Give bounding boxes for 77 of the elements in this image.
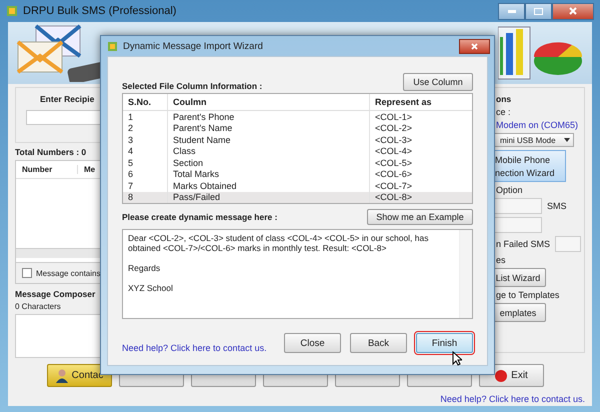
option-label: Option bbox=[496, 185, 524, 195]
dialog-title: Dynamic Message Import Wizard bbox=[123, 40, 263, 52]
table-cell-text: 1 bbox=[127, 112, 134, 122]
minimize-icon bbox=[508, 10, 516, 12]
device-label: ce : bbox=[496, 107, 512, 117]
maximize-button[interactable] bbox=[525, 2, 552, 20]
table-cell: <COL-4> bbox=[369, 146, 472, 157]
templates-label: ge to Templates bbox=[496, 290, 560, 300]
help-link[interactable]: Need help? Click here to contact us. bbox=[122, 343, 267, 353]
checkbox-label: Message contains bbox=[36, 268, 100, 278]
example-button[interactable]: Show me an Example bbox=[367, 209, 473, 225]
table-cell: <COL-1> bbox=[369, 111, 472, 122]
person-icon bbox=[56, 368, 68, 382]
minimize-button[interactable] bbox=[498, 2, 525, 20]
table-cell-text: 3 bbox=[127, 134, 134, 145]
checkbox[interactable] bbox=[22, 268, 32, 278]
dialog-button[interactable]: Finish bbox=[416, 333, 473, 353]
column-header: Number bbox=[16, 165, 78, 174]
app-icon bbox=[6, 5, 18, 17]
maximize-icon bbox=[534, 8, 543, 14]
recipient-label: Enter Recipie bbox=[39, 94, 94, 104]
total-numbers-label: Total Numbers : 0 bbox=[15, 147, 86, 157]
window-title: DRPU Bulk SMS (Professional) bbox=[23, 5, 176, 17]
column-header: S.No. bbox=[127, 97, 152, 107]
options-heading: ons bbox=[496, 94, 512, 104]
table-cell: Student Name bbox=[167, 134, 369, 146]
sms-label: SMS bbox=[547, 201, 567, 211]
toolbar-button[interactable]: Contac bbox=[47, 364, 112, 387]
table-cell: <COL-8> bbox=[369, 192, 472, 203]
table-row[interactable]: 5 Section <COL-5> bbox=[123, 157, 472, 168]
table-cell-text: 6 bbox=[127, 169, 134, 180]
table-cell: <COL-2> bbox=[369, 122, 472, 134]
cursor-icon bbox=[452, 351, 462, 366]
table-cell-text: 4 bbox=[127, 146, 134, 156]
table-row[interactable]: 1 Parent's Phone <COL-1> bbox=[123, 111, 472, 122]
table-cell: Pass/Failed bbox=[167, 192, 369, 203]
message-field[interactable]: Dear <COL-2>, <COL-3> student of class <COL-4> <COL-5> in our school, has obtained <COL-7>/<COL-6> marks in monthly test. Result: <COL-8> Regards XYZ School bbox=[122, 229, 473, 319]
dialog-button[interactable]: Close bbox=[284, 333, 341, 353]
close-icon bbox=[471, 42, 478, 50]
failed-sms-label: n Failed SMS bbox=[496, 239, 550, 249]
wizard-label: nection Wizard bbox=[495, 168, 556, 178]
modem-status: Modem on (COM65) bbox=[496, 120, 580, 130]
composer-label: Message Composer bbox=[15, 289, 96, 299]
close-button[interactable] bbox=[552, 2, 594, 20]
message-label: Please create dynamic message here : bbox=[122, 212, 278, 222]
table-cell: Parent's Name bbox=[167, 122, 369, 134]
section-label: es bbox=[496, 255, 507, 265]
column-header: Represent as bbox=[369, 94, 472, 110]
stop-icon bbox=[495, 370, 508, 382]
table-cell: <COL-6> bbox=[369, 168, 472, 180]
wizard-label: Mobile Phone bbox=[495, 154, 552, 164]
table-cell: Total Marks bbox=[167, 168, 369, 180]
column-header: Coulmn bbox=[167, 94, 369, 110]
table-row[interactable]: 2 Parent's Name <COL-2> bbox=[123, 122, 472, 134]
table-row[interactable]: 8 Pass/Failed <COL-8> bbox=[123, 192, 472, 203]
table-cell: <COL-5> bbox=[369, 157, 472, 168]
table-cell-text: 8 bbox=[127, 192, 134, 202]
table-cell-text: 7 bbox=[127, 180, 134, 191]
dialog-button[interactable]: Back bbox=[350, 333, 407, 353]
app-icon bbox=[107, 40, 118, 52]
table-row[interactable]: 6 Total Marks <COL-6> bbox=[123, 168, 472, 180]
vertical-scrollbar[interactable] bbox=[459, 230, 472, 318]
help-link[interactable]: Need help? Click here to contact us. bbox=[440, 394, 585, 404]
table-cell: Class bbox=[167, 146, 369, 157]
table-row[interactable]: 3 Student Name <COL-3> bbox=[123, 134, 472, 146]
table-row[interactable]: 4 Class <COL-4> bbox=[123, 146, 472, 157]
character-count: 0 Characters bbox=[15, 302, 61, 311]
table-cell: Parent's Phone bbox=[167, 111, 369, 122]
dropdown-arrow-icon bbox=[564, 138, 570, 142]
section-label: Selected File Column Information : bbox=[122, 81, 262, 91]
table-cell-text: 2 bbox=[127, 123, 134, 134]
close-button[interactable] bbox=[459, 38, 490, 54]
table-cell: <COL-3> bbox=[369, 134, 472, 146]
use-column-button[interactable]: Use Column bbox=[403, 73, 473, 91]
table-cell-text: 5 bbox=[127, 158, 134, 168]
table-cell: Section bbox=[167, 157, 369, 168]
close-icon bbox=[569, 7, 577, 15]
